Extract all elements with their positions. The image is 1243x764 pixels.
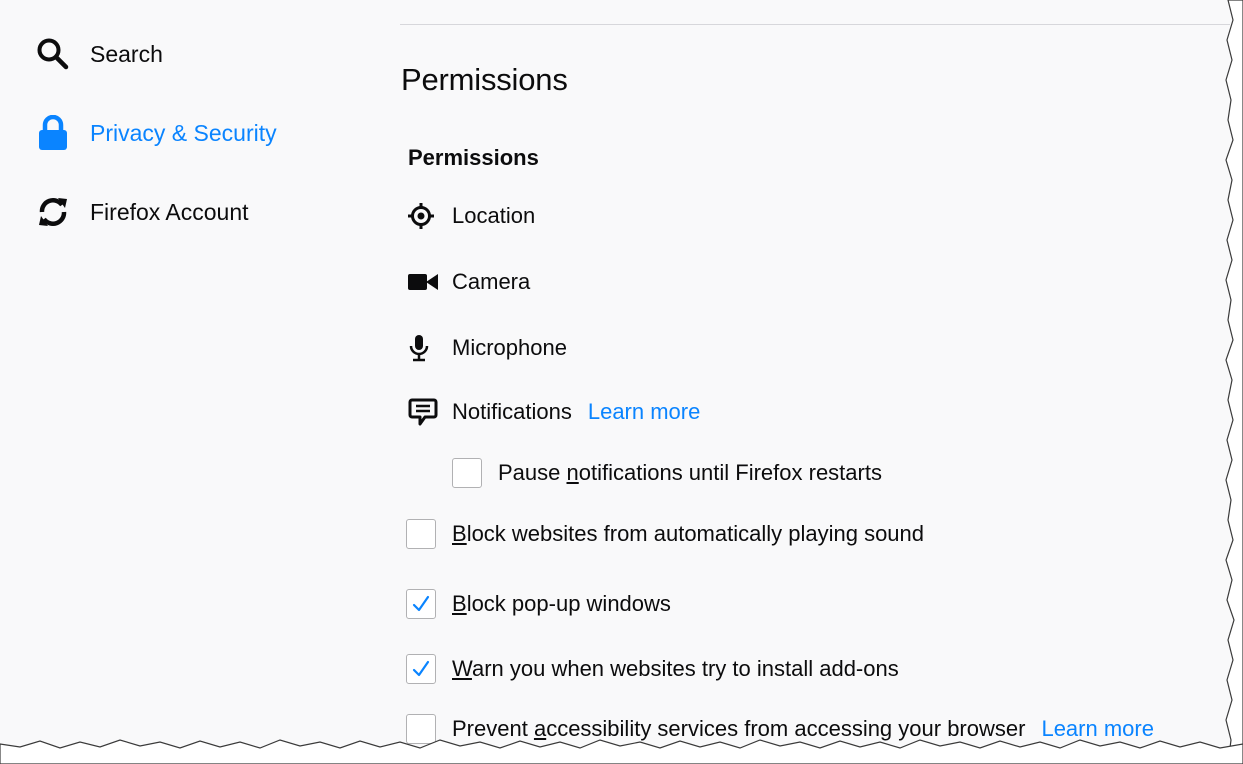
- preferences-window: Search Privacy & Security Firefox Accoun…: [0, 0, 1243, 764]
- torn-edge-decoration: [0, 0, 1243, 764]
